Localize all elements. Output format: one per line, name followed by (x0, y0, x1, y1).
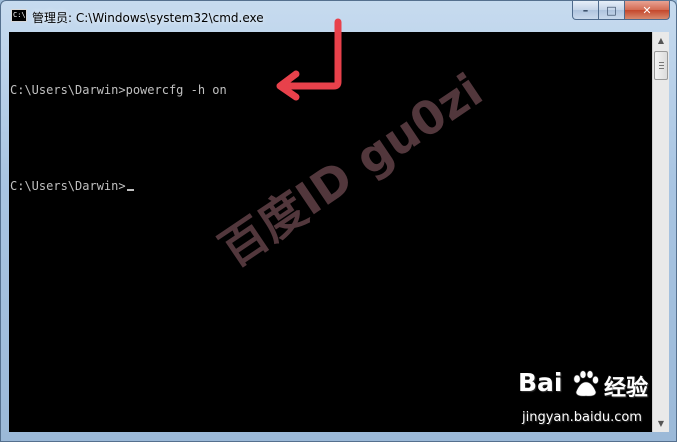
baidu-url: jingyan.baidu.com (522, 410, 642, 425)
scroll-up-icon[interactable]: ▲ (653, 32, 669, 49)
cmd-icon[interactable]: C:\ (11, 9, 27, 22)
maximize-icon: □ (606, 3, 617, 17)
caption-buttons: – □ ✕ (572, 1, 670, 21)
close-button[interactable]: ✕ (625, 1, 670, 20)
baidu-wordmark: Bai (518, 368, 563, 397)
maximize-button[interactable]: □ (599, 1, 625, 20)
title-bar[interactable]: C:\ 管理员: C:\Windows\system32\cmd.exe – □… (1, 1, 676, 33)
scroll-down-icon[interactable]: ▼ (653, 415, 669, 432)
console-line-command: C:\Users\Darwin>powercfg -h on (10, 83, 227, 97)
scroll-thumb[interactable] (654, 51, 668, 80)
scroll-grip (659, 65, 664, 66)
baidu-logo: Bai 经验 (518, 368, 668, 410)
scroll-grip (659, 68, 664, 69)
scroll-grip (659, 62, 664, 63)
baidu-jingyan-label: 经验 (604, 376, 649, 401)
text-cursor (126, 189, 134, 191)
minimize-button[interactable]: – (572, 1, 599, 20)
paw-icon (573, 370, 599, 397)
minimize-icon: – (582, 3, 589, 17)
console-text: C:\Users\Darwin>powercfg -h on C:\Users\… (10, 50, 227, 226)
close-icon: ✕ (642, 3, 652, 17)
console-line-prompt: C:\Users\Darwin> (10, 178, 227, 194)
prompt-text: C:\Users\Darwin> (10, 179, 126, 193)
window-title: 管理员: C:\Windows\system32\cmd.exe (32, 11, 264, 25)
